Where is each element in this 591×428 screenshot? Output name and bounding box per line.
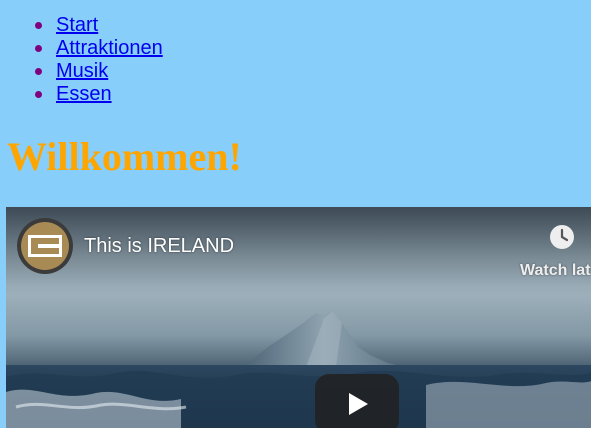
nav-link-musik[interactable]: Musik [56, 60, 108, 82]
nav-item-attraktionen: Attraktionen [35, 37, 163, 60]
nav-link-essen[interactable]: Essen [56, 83, 112, 105]
channel-avatar[interactable] [17, 218, 73, 274]
play-icon [349, 393, 368, 415]
nav-item-start: Start [35, 14, 163, 37]
nav-item-musik: Musik [35, 60, 163, 83]
list-bullet [35, 68, 42, 75]
watch-later-label[interactable]: Watch lat [520, 261, 591, 281]
list-bullet [35, 22, 42, 29]
list-bullet [35, 45, 42, 52]
play-button[interactable] [315, 374, 399, 428]
video-title[interactable]: This is IRELAND [84, 234, 234, 258]
clock-icon[interactable] [548, 223, 576, 251]
video-embed[interactable]: This is IRELAND Watch lat [6, 207, 591, 428]
nav-item-essen: Essen [35, 83, 163, 106]
nav-link-start[interactable]: Start [56, 14, 98, 36]
nav-link-attraktionen[interactable]: Attraktionen [56, 37, 163, 59]
page-title: Willkommen! [7, 134, 242, 179]
nav-list: Start Attraktionen Musik Essen [0, 14, 163, 106]
channel-logo-icon [21, 222, 69, 270]
list-bullet [35, 91, 42, 98]
